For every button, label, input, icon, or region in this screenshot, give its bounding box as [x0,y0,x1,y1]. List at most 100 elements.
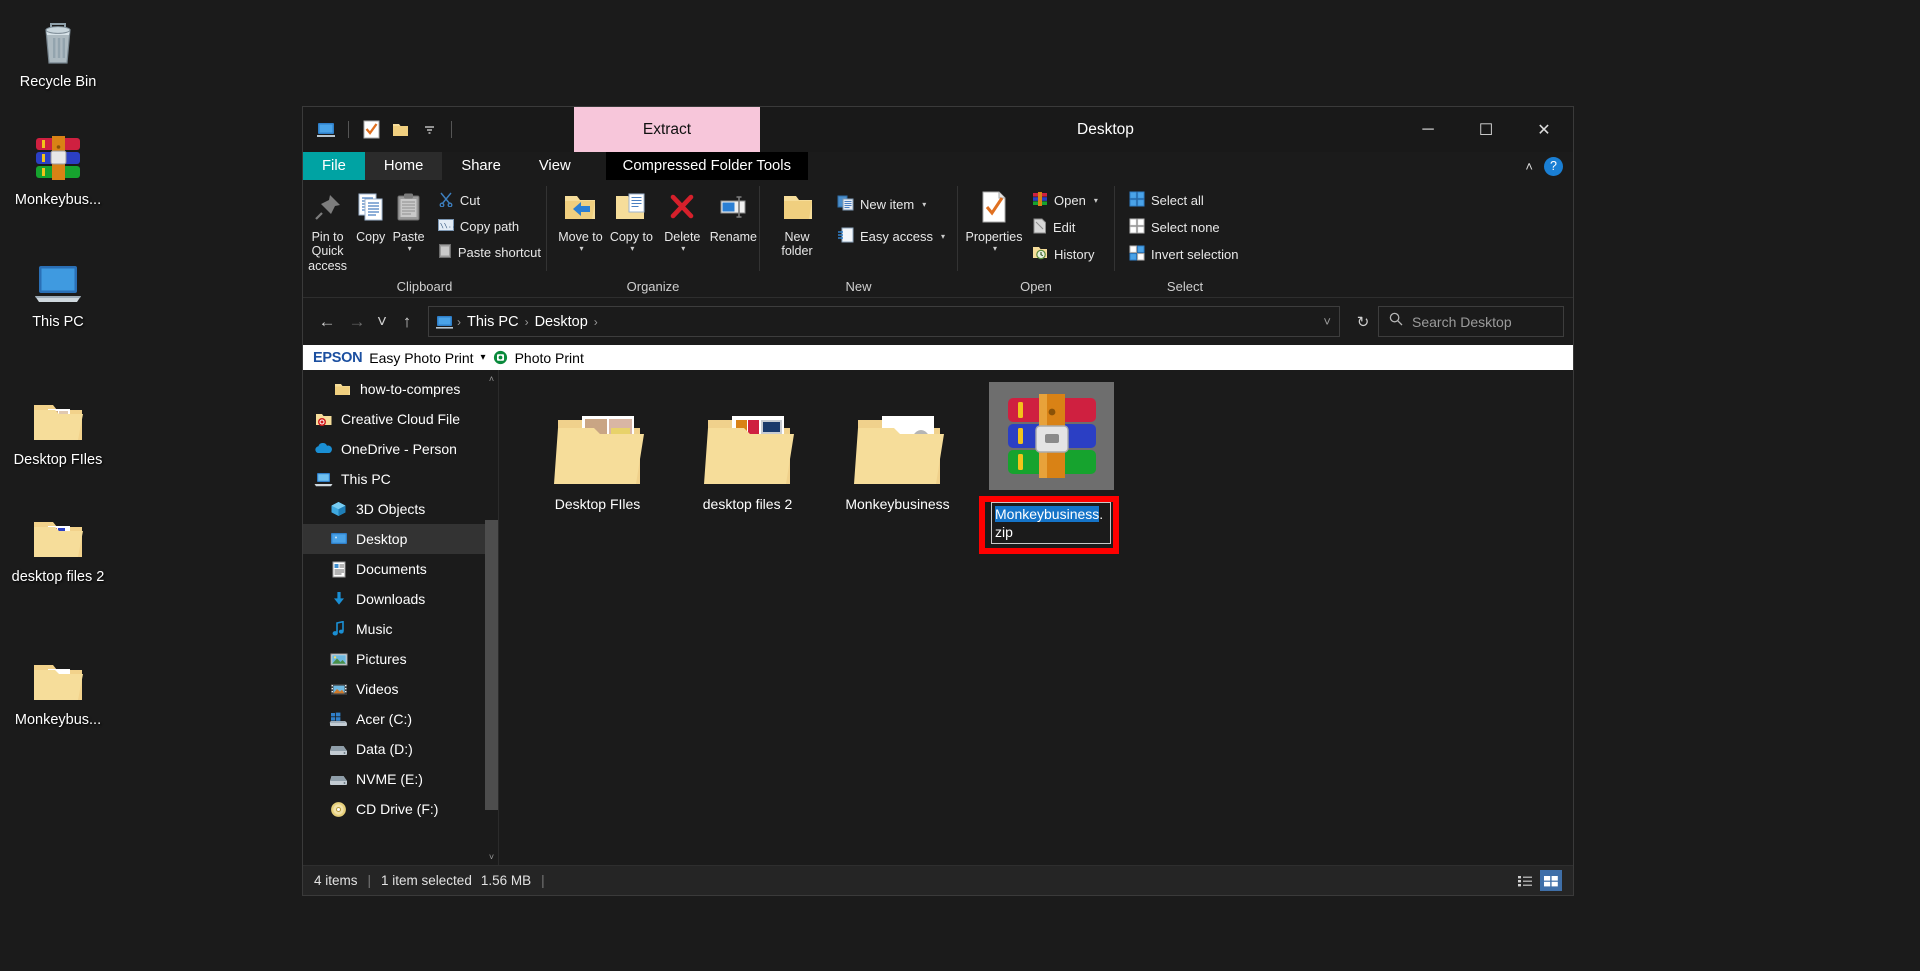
details-view-icon[interactable] [1514,870,1536,891]
drive-icon [329,772,348,786]
sidebar-item-nvme-e[interactable]: NVME (E:) [303,764,498,794]
paste-shortcut-icon [438,243,452,262]
sidebar-item-how-to-compress[interactable]: how-to-compres [303,374,498,404]
sidebar-item-documents[interactable]: Documents [303,554,498,584]
copy-to-button[interactable]: Copy to ▾ [606,187,657,254]
contextual-tab-extract[interactable]: Extract [574,107,760,152]
sidebar-item-acer-c[interactable]: Acer (C:) [303,704,498,734]
sidebar-item-downloads[interactable]: Downloads [303,584,498,614]
new-folder-button[interactable]: New folder [770,187,824,259]
minimize-button[interactable]: ─ [1399,107,1457,152]
help-icon[interactable]: ? [1544,156,1563,176]
epson-app-name[interactable]: Easy Photo Print [369,350,473,366]
paste-button[interactable]: Paste ▾ [389,187,428,254]
desktop-icon-label: Monkeybus... [14,712,102,728]
desktop-icon-monkeybusiness-folder[interactable]: Monkeybus... [4,648,112,729]
breadcrumb-root-icon[interactable] [436,315,456,329]
move-to-caret-icon[interactable]: ▾ [579,244,583,253]
desktop-icon-recycle-bin[interactable]: Recycle Bin [4,10,112,91]
file-item-desktop-files-2[interactable]: desktop files 2 [685,390,810,514]
open-button[interactable]: Open ▾ [1027,189,1103,212]
tab-share[interactable]: Share [442,152,520,180]
sidebar-item-desktop[interactable]: Desktop [303,524,498,554]
customize-caret-icon[interactable] [419,120,439,140]
recent-locations-button[interactable]: ˅ [372,307,392,337]
pin-to-quick-access-button[interactable]: Pin to Quick access [303,187,352,273]
refresh-button[interactable]: ↻ [1348,307,1378,337]
desktop-icon-desktop-files-2[interactable]: desktop files 2 [4,505,112,586]
sidebar-item-pictures[interactable]: Pictures [303,644,498,674]
properties-icon[interactable] [361,120,381,140]
paste-shortcut-button[interactable]: Paste shortcut [433,241,546,264]
collapse-ribbon-icon[interactable]: ˄ [1525,159,1533,174]
sidebar-item-cd-drive-f[interactable]: CD Drive (F:) [303,794,498,824]
sidebar-item-data-d[interactable]: Data (D:) [303,734,498,764]
explorer-icon[interactable] [316,120,336,140]
copy-to-caret-icon[interactable]: ▾ [630,244,634,253]
scroll-down-button[interactable]: ˅ [485,848,498,865]
window-title-bar[interactable]: Extract Desktop ─ ☐ ✕ [303,107,1573,152]
history-button[interactable]: History [1027,243,1103,265]
sidebar-item-label: Videos [356,681,399,697]
close-button[interactable]: ✕ [1515,107,1573,152]
photo-print-button[interactable]: Photo Print [515,350,584,366]
breadcrumb-desktop[interactable]: Desktop [530,314,593,330]
ribbon-group-label: Open [1020,278,1052,294]
sidebar-item-videos[interactable]: Videos [303,674,498,704]
file-item-monkeybusiness-folder[interactable]: Monkeybusiness [835,390,960,514]
ribbon-group-label: Organize [626,278,680,294]
new-folder-icon[interactable] [390,120,410,140]
file-item-desktop-files[interactable]: Desktop FIles [535,390,660,514]
navigation-scrollbar[interactable]: ˄ ˅ [485,370,498,865]
sidebar-item-onedrive[interactable]: OneDrive - Person [303,434,498,464]
invert-selection-button[interactable]: Invert selection [1124,243,1243,266]
open-caret-icon[interactable]: ▾ [1094,196,1098,205]
address-dropdown-icon[interactable]: ˅ [1322,314,1332,329]
folder-icon [4,505,112,561]
maximize-button[interactable]: ☐ [1457,107,1515,152]
properties-button[interactable]: Properties ▾ [964,187,1024,254]
select-all-button[interactable]: Select all [1124,189,1243,212]
rename-input[interactable]: Monkeybusiness.zip [991,502,1111,545]
search-input[interactable]: Search Desktop [1378,306,1564,337]
delete-button[interactable]: Delete ▾ [657,187,708,254]
desktop-icon-this-pc[interactable]: This PC [4,250,112,331]
file-list-view[interactable]: Desktop FIles desktop files 2 Monkeybusi… [498,370,1573,865]
sidebar-item-3d-objects[interactable]: 3D Objects [303,494,498,524]
sidebar-item-creative-cloud-files[interactable]: Creative Cloud File [303,404,498,434]
edit-button[interactable]: Edit [1027,216,1103,239]
new-item-caret-icon[interactable]: ▾ [922,200,926,209]
tab-file[interactable]: File [303,152,365,180]
paste-caret-icon[interactable]: ▾ [408,244,412,253]
cut-button[interactable]: Cut [433,189,546,212]
tab-home[interactable]: Home [364,152,443,180]
easy-access-caret-icon[interactable]: ▾ [941,232,945,241]
copy-path-button[interactable]: \\.. Copy path [433,216,546,237]
breadcrumb-this-pc[interactable]: This PC [462,314,524,330]
scroll-up-button[interactable]: ˄ [485,370,498,387]
select-none-button[interactable]: Select none [1124,216,1243,239]
new-item-button[interactable]: New item ▾ [832,193,950,216]
desktop-icon-desktop-files[interactable]: Desktop FIles [4,388,112,469]
tab-compressed-folder-tools[interactable]: Compressed Folder Tools [605,152,808,180]
sidebar-item-music[interactable]: Music [303,614,498,644]
scrollbar-thumb[interactable] [485,520,498,810]
back-button[interactable]: ← [312,307,342,337]
large-icons-view-icon[interactable] [1540,870,1562,891]
copy-button[interactable]: Copy [352,187,389,244]
copy-to-icon [614,187,648,227]
easy-access-button[interactable]: Easy access ▾ [832,225,950,248]
forward-button[interactable]: → [342,307,372,337]
delete-caret-icon[interactable]: ▾ [681,244,685,253]
sidebar-item-this-pc[interactable]: This PC [303,464,498,494]
properties-caret-icon[interactable]: ▾ [993,244,997,253]
move-to-button[interactable]: Move to ▾ [555,187,606,254]
tab-view[interactable]: View [520,152,590,180]
up-button[interactable]: ↑ [392,307,422,337]
invert-selection-icon [1129,245,1145,264]
rename-button[interactable]: Rename [708,187,759,244]
file-item-monkeybusiness-zip[interactable]: Monkeybusiness.zip [979,378,1119,554]
address-breadcrumb-bar[interactable]: › This PC › Desktop › ˅ [428,306,1340,337]
desktop-icon-monkeybusiness-zip[interactable]: Monkeybus... [4,128,112,209]
epson-caret-icon[interactable]: ▾ [481,352,486,363]
